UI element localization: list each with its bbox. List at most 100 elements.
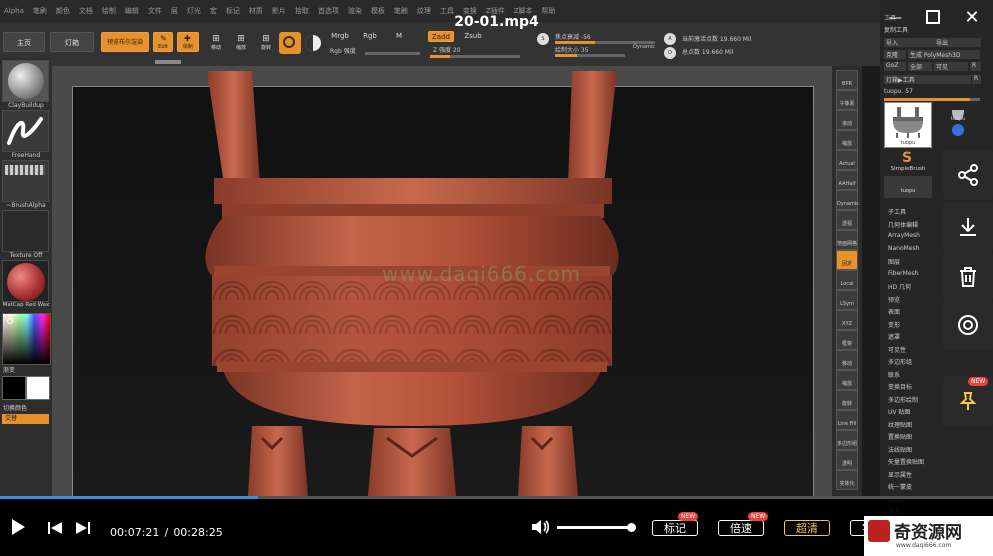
menu-item[interactable]: 文件 [148, 6, 162, 16]
progress-bar[interactable] [0, 496, 993, 499]
copy-tool-button[interactable]: 复制工具 [884, 25, 908, 34]
previous-button[interactable] [47, 520, 63, 539]
right-strip-button[interactable]: 地面网格 [836, 230, 858, 250]
right-strip-button[interactable]: 透明 [836, 450, 858, 470]
tool-panel-section[interactable]: 多边形组 [888, 357, 912, 366]
menu-item[interactable]: 模板 [371, 6, 385, 16]
menu-item[interactable]: Z插件 [486, 6, 505, 16]
menu-item[interactable]: 首选项 [318, 6, 339, 16]
right-strip-button[interactable]: Dynamic [836, 190, 859, 210]
material-selector[interactable] [2, 260, 49, 302]
edit-button[interactable]: ✎ Edit [153, 32, 173, 52]
tool-thumbnail-current[interactable]: tuopu [884, 102, 932, 148]
lightbox-tools-button[interactable]: 灯箱▶工具 [884, 75, 971, 84]
menu-item[interactable]: 纹理 [417, 6, 431, 16]
tool-panel-section[interactable]: 遮罩 [888, 332, 900, 341]
share-button[interactable] [943, 150, 993, 200]
toolbar-scroll-handle[interactable] [155, 60, 181, 64]
tool-panel-section[interactable]: 法线贴图 [888, 445, 912, 454]
scale-button[interactable]: ⊞ 缩放 [230, 34, 252, 51]
menu-item[interactable]: 绘制 [102, 6, 116, 16]
switch-color-button[interactable]: 切换颜色 [3, 403, 55, 412]
tool-panel-section[interactable]: UV 贴图 [888, 407, 910, 416]
minimize-button[interactable]: — [887, 10, 903, 26]
tool-panel-section[interactable]: 统一蒙皮 [888, 482, 912, 491]
menu-item[interactable]: Z脚本 [514, 6, 533, 16]
lightbox-button[interactable]: 灯箱 [50, 32, 94, 52]
menu-item[interactable]: 文档 [79, 6, 93, 16]
menu-item[interactable]: 材质 [249, 6, 263, 16]
right-strip-button[interactable]: 透视 [836, 210, 858, 230]
menu-item[interactable]: 工具 [440, 6, 454, 16]
menu-item[interactable]: 影片 [272, 6, 286, 16]
tool-thumbnail-secondary[interactable]: tuopu [938, 102, 978, 148]
download-button[interactable] [943, 202, 993, 252]
menu-item[interactable]: 宏 [210, 6, 217, 16]
draw-button[interactable]: ✚ 绘制 [177, 32, 199, 52]
tool-panel-section[interactable]: NanoMesh [888, 245, 919, 252]
rgb-strength-slider[interactable] [365, 52, 420, 55]
right-strip-button[interactable]: 实体化 [836, 470, 858, 490]
tool-panel-section[interactable]: 矢量置换贴图 [888, 457, 924, 466]
mrgb-toggle[interactable]: Mrgb [328, 32, 352, 40]
tool-panel-section[interactable]: 可见性 [888, 345, 906, 354]
tool-panel-section[interactable]: FiberMesh [888, 270, 918, 277]
right-strip-button[interactable]: Line Fill [836, 410, 858, 430]
quality-button[interactable]: 超清 [784, 520, 830, 536]
make-polymesh-button[interactable]: 生成 PolyMesh3D [908, 50, 980, 59]
menu-item[interactable]: 笔触 [394, 6, 408, 16]
texture-selector[interactable] [2, 210, 49, 252]
material-sphere-button[interactable] [279, 32, 301, 54]
brush-selector[interactable] [2, 60, 49, 102]
right-strip-button[interactable]: XYZ [836, 310, 858, 330]
delete-button[interactable] [943, 252, 993, 302]
right-strip-button[interactable]: 框架 [836, 330, 858, 350]
preview-render-button[interactable]: 预览布尔渲染 [101, 32, 149, 52]
settings-button[interactable] [943, 300, 993, 350]
zsub-toggle[interactable]: Zsub [463, 32, 483, 40]
right-strip-button[interactable]: 滚动 [836, 110, 858, 130]
zadd-toggle[interactable]: Zadd [428, 31, 454, 42]
menu-item[interactable]: 标记 [226, 6, 240, 16]
goz-button[interactable]: GoZ [884, 62, 906, 71]
menu-item[interactable]: 颜色 [56, 6, 70, 16]
play-button[interactable] [10, 518, 26, 540]
draw-size-slider[interactable] [555, 54, 625, 57]
speed-button[interactable]: 倍速 [718, 520, 764, 536]
color-picker[interactable] [2, 313, 51, 365]
right-strip-button[interactable]: 缩放 [836, 370, 858, 390]
right-strip-button[interactable]: Actual [836, 150, 858, 170]
lightbox-r-button[interactable]: R [972, 75, 981, 84]
simple-brush-thumbnail[interactable]: S SimpleBrush [884, 150, 932, 174]
move-button[interactable]: ⊞ 移动 [205, 34, 227, 51]
menu-item[interactable]: 灯光 [187, 6, 201, 16]
right-strip-button[interactable]: Local [836, 270, 858, 290]
tool-panel-section[interactable]: 纹理贴图 [888, 420, 912, 429]
export-button[interactable]: 导出 [934, 38, 981, 47]
alternate-button[interactable]: 交替 [2, 414, 49, 424]
yin-yang-button[interactable] [305, 35, 321, 51]
clone-button[interactable]: 克隆 [884, 50, 906, 59]
tool-panel-section[interactable]: 联系 [888, 370, 900, 379]
secondary-color-swatch[interactable] [26, 376, 50, 400]
tool-panel-section[interactable]: 子工具 [888, 207, 906, 216]
mark-button[interactable]: 标记 [652, 520, 698, 536]
alpha-selector[interactable] [2, 160, 49, 202]
tool-panel-section[interactable]: 预览 [888, 295, 900, 304]
tool-panel-section[interactable]: ArrayMesh [888, 232, 920, 239]
menu-item[interactable]: 层 [171, 6, 178, 16]
right-strip-button[interactable]: BPR [836, 70, 858, 90]
volume-slider[interactable] [557, 523, 637, 532]
menu-item[interactable]: 帮助 [542, 6, 556, 16]
goz-r-button[interactable]: R [970, 62, 981, 71]
stroke-selector[interactable] [2, 110, 49, 152]
tool-thumbnail-3[interactable]: tuopu [884, 176, 932, 198]
viewport-canvas[interactable]: www.daqi666.com [52, 66, 832, 496]
tool-panel-section[interactable]: 多边形绘制 [888, 395, 918, 404]
tool-panel-section[interactable]: 几何体编辑 [888, 220, 918, 229]
goz-all-button[interactable]: 全部 [908, 62, 932, 71]
right-strip-button[interactable]: 多边形组 [836, 430, 858, 450]
next-button[interactable] [75, 520, 91, 539]
right-strip-button[interactable]: 子像素 [836, 90, 858, 110]
menu-item[interactable]: 变换 [463, 6, 477, 16]
